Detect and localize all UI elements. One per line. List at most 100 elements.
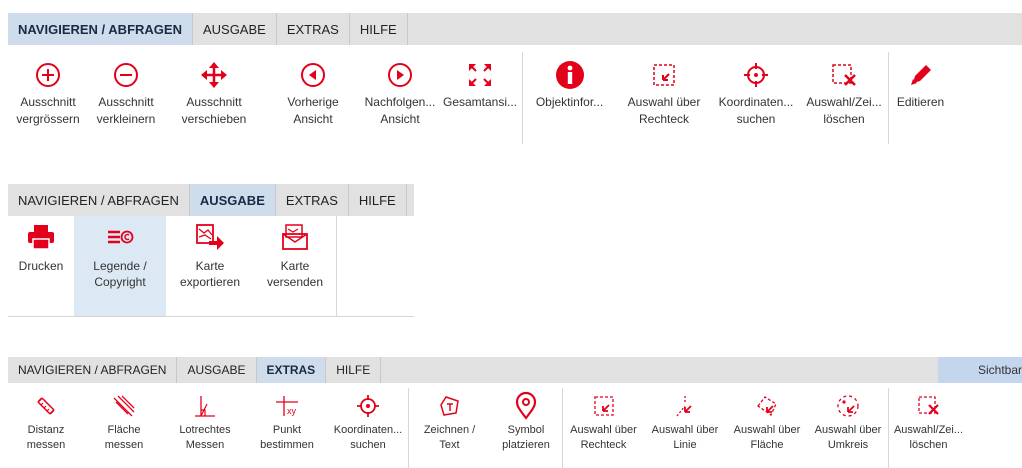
full-extent-label: Gesamtansi...: [442, 95, 518, 109]
print-button[interactable]: Drucken: [8, 216, 74, 316]
measure-distance-label: Distanz messen: [26, 424, 66, 451]
full-extent-button[interactable]: Gesamtansi...: [438, 52, 522, 144]
crosshair-icon: [739, 60, 773, 90]
map-send-button[interactable]: Karte versenden: [254, 216, 336, 316]
visible-layers-label[interactable]: Sichtbar: [938, 357, 1022, 383]
tab-navigieren[interactable]: NAVIGIEREN / ABFRAGEN: [8, 357, 178, 383]
previous-view-icon: [296, 60, 330, 90]
toolbar3-tabbar: NAVIGIEREN / ABFRAGEN AUSGABE EXTRAS HIL…: [8, 357, 1022, 383]
select-polygon-icon: [753, 392, 781, 420]
select-rectangle-label: Auswahl über Rechteck: [570, 424, 637, 451]
draw-text-button[interactable]: Zeichnen / Text: [408, 388, 490, 468]
measure-distance-icon: [32, 392, 60, 420]
object-info-button[interactable]: Objektinfor...: [522, 52, 616, 144]
point-determine-label: Punkt bestimmen: [260, 424, 314, 451]
coordinates-search-label: Koordinaten... suchen: [333, 424, 403, 451]
map-export-button[interactable]: Karte exportieren: [166, 216, 254, 316]
print-label: Drucken: [18, 259, 64, 273]
select-rectangle-button[interactable]: Auswahl über Rechteck: [562, 388, 644, 468]
measure-area-button[interactable]: Fläche messen: [84, 388, 164, 468]
info-icon: [553, 60, 587, 90]
toolbar1-tabbar: NAVIGIEREN / ABFRAGEN AUSGABE EXTRAS HIL…: [8, 13, 1022, 45]
perpendicular-measure-button[interactable]: Lotrechtes Messen: [164, 388, 246, 468]
select-line-button[interactable]: Auswahl über Linie: [644, 388, 726, 468]
select-circle-button[interactable]: Auswahl über Umkreis: [808, 388, 888, 468]
select-rectangle-icon: [590, 392, 618, 420]
ribbon-divider: [336, 216, 337, 316]
previous-view-label: Vorherige Ansicht: [287, 95, 339, 126]
select-circle-icon: [834, 392, 862, 420]
select-line-label: Auswahl über Linie: [651, 424, 719, 451]
pan-arrows-icon: [197, 60, 231, 90]
next-view-button[interactable]: Nachfolgen... Ansicht: [362, 52, 438, 144]
select-rectangle-label: Auswahl über Rechteck: [627, 95, 701, 126]
printer-icon: [24, 222, 58, 252]
measure-distance-button[interactable]: Distanz messen: [8, 388, 84, 468]
pan-label: Ausschnitt verschieben: [181, 95, 247, 126]
zoom-in-label: Ausschnitt vergrössern: [16, 95, 80, 126]
svg-text:xy: xy: [287, 406, 297, 416]
toolbar1-ribbon: Ausschnitt vergrössern Ausschnitt verkle…: [8, 52, 1022, 144]
legend-copyright-icon: [103, 222, 137, 252]
legend-copyright-button[interactable]: Legende / Copyright: [74, 216, 166, 316]
place-symbol-label: Symbol platzieren: [502, 424, 550, 451]
tab-extras[interactable]: EXTRAS: [277, 13, 350, 45]
tab-navigieren[interactable]: NAVIGIEREN / ABFRAGEN: [8, 13, 193, 45]
map-pin-icon: [512, 391, 540, 420]
point-determine-button[interactable]: xy Punkt bestimmen: [246, 388, 328, 468]
tab-hilfe[interactable]: HILFE: [350, 13, 408, 45]
edit-label: Editieren: [896, 95, 945, 109]
clear-selection-button[interactable]: Auswahl/Zei... löschen: [800, 52, 888, 144]
select-polygon-button[interactable]: Auswahl über Fläche: [726, 388, 808, 468]
select-line-icon: [671, 392, 699, 420]
map-export-icon: [193, 222, 227, 252]
tab-extras[interactable]: EXTRAS: [256, 357, 327, 383]
tab-navigieren[interactable]: NAVIGIEREN / ABFRAGEN: [8, 184, 190, 216]
next-view-label: Nachfolgen... Ansicht: [364, 95, 436, 126]
zoom-out-button[interactable]: Ausschnitt verkleinern: [88, 52, 164, 144]
tab-ausgabe[interactable]: AUSGABE: [189, 184, 276, 216]
map-send-icon: [278, 222, 312, 252]
crosshair-icon: [354, 392, 382, 420]
edit-button[interactable]: Editieren: [888, 52, 952, 144]
clear-selection-label: Auswahl/Zei... löschen: [893, 424, 964, 451]
place-symbol-button[interactable]: Symbol platzieren: [490, 388, 562, 468]
select-polygon-label: Auswahl über Fläche: [733, 424, 801, 451]
coordinates-search-button[interactable]: Koordinaten... suchen: [328, 388, 408, 468]
map-export-label: Karte exportieren: [179, 259, 241, 289]
clear-selection-label: Auswahl/Zei... löschen: [806, 95, 882, 126]
tab-ausgabe[interactable]: AUSGABE: [193, 13, 277, 45]
tab-ausgabe[interactable]: AUSGABE: [177, 357, 257, 383]
perpendicular-measure-label: Lotrechtes Messen: [179, 424, 231, 451]
tab-hilfe[interactable]: HILFE: [326, 357, 382, 383]
select-rectangle-icon: [647, 60, 681, 90]
coordinates-search-button[interactable]: Koordinaten... suchen: [712, 52, 800, 144]
object-info-label: Objektinfor...: [535, 95, 604, 109]
select-rectangle-button[interactable]: Auswahl über Rechteck: [616, 52, 712, 144]
measure-area-label: Fläche messen: [104, 424, 144, 451]
tab-extras[interactable]: EXTRAS: [276, 184, 349, 216]
full-extent-icon: [463, 60, 497, 90]
zoom-out-icon: [109, 60, 143, 90]
zoom-in-icon: [31, 60, 65, 90]
measure-area-icon: [110, 392, 138, 420]
draw-text-icon: [436, 392, 464, 420]
toolbar2-tabbar: NAVIGIEREN / ABFRAGEN AUSGABE EXTRAS HIL…: [8, 184, 414, 216]
tab-hilfe[interactable]: HILFE: [349, 184, 407, 216]
perpendicular-measure-icon: [191, 392, 219, 420]
clear-selection-button[interactable]: Auswahl/Zei... löschen: [888, 388, 968, 468]
zoom-out-label: Ausschnitt verkleinern: [96, 95, 156, 126]
coordinates-search-label: Koordinaten... suchen: [718, 95, 794, 126]
draw-text-label: Zeichnen / Text: [423, 424, 476, 451]
map-send-label: Karte versenden: [266, 259, 324, 289]
pan-button[interactable]: Ausschnitt verschieben: [164, 52, 264, 144]
legend-copyright-label: Legende / Copyright: [93, 259, 147, 289]
previous-view-button[interactable]: Vorherige Ansicht: [264, 52, 362, 144]
zoom-in-button[interactable]: Ausschnitt vergrössern: [8, 52, 88, 144]
clear-selection-icon: [827, 60, 861, 90]
pencil-icon: [904, 60, 938, 90]
point-xy-icon: xy: [273, 392, 301, 420]
clear-selection-icon: [915, 392, 943, 420]
toolbar3-ribbon: Distanz messen Fläche messen Lotrechtes …: [8, 388, 1022, 468]
